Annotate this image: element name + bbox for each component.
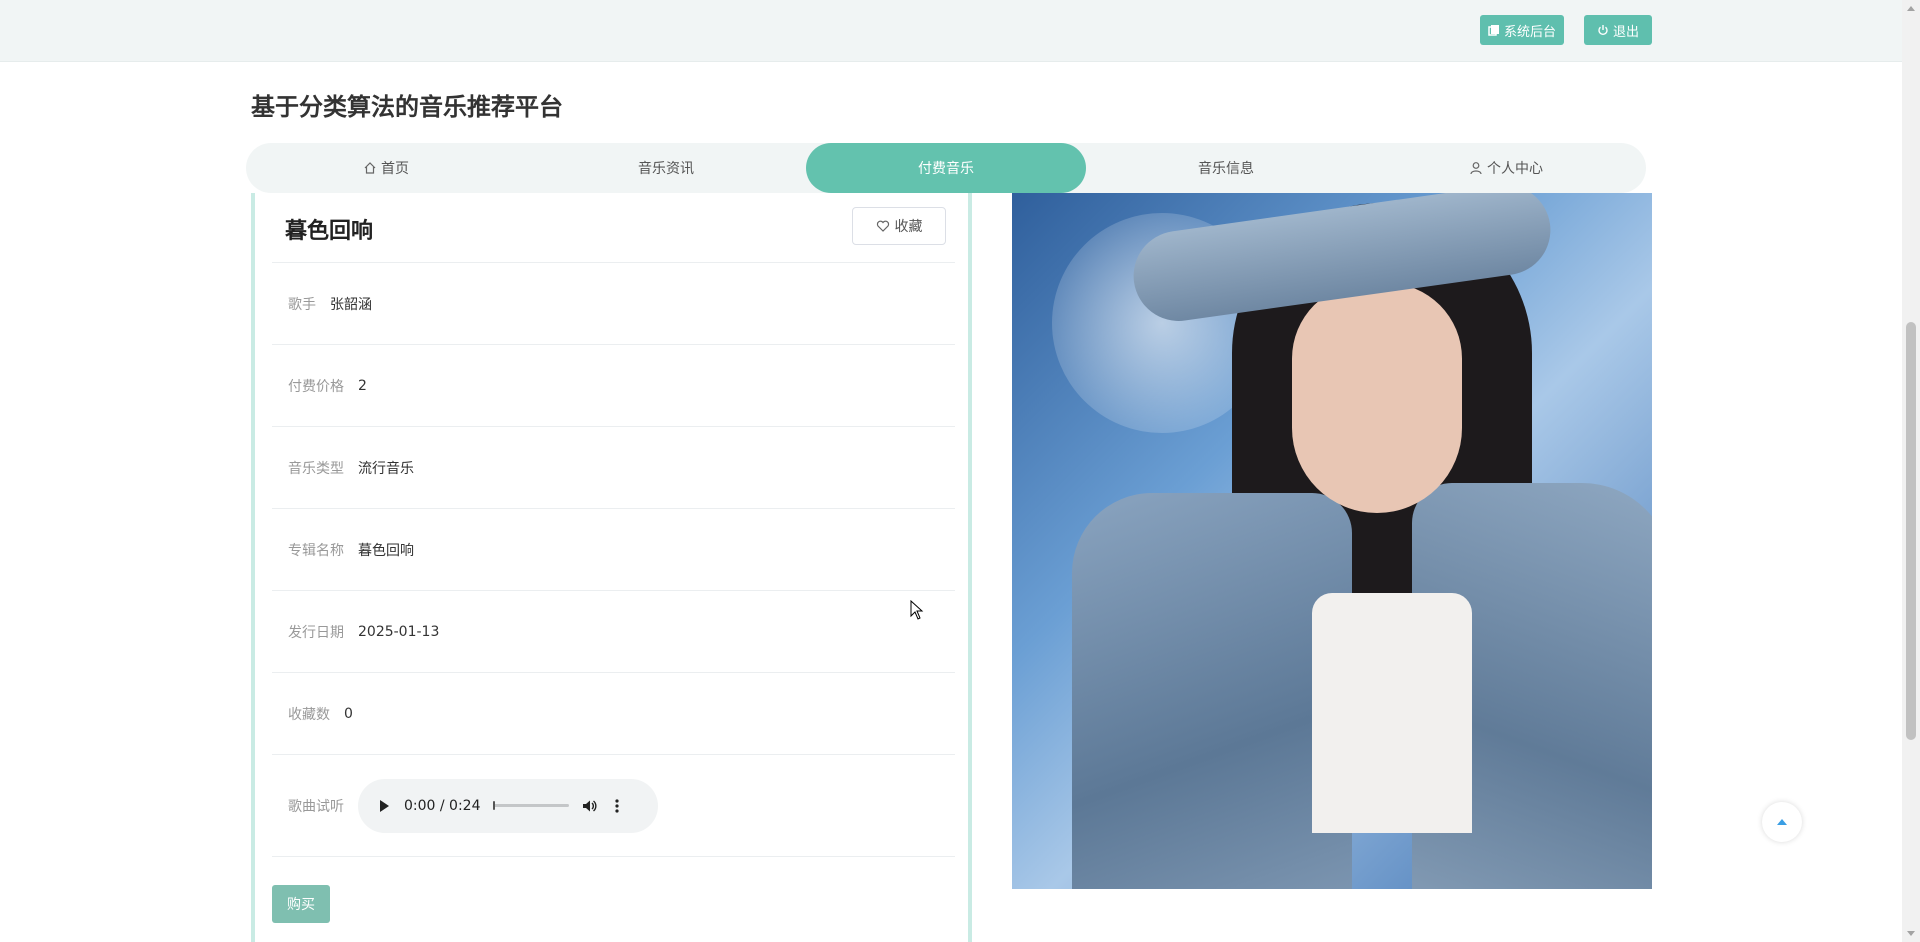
mouse-cursor-icon bbox=[910, 600, 924, 620]
field-row-preview: 歌曲试听 0:00 / 0:24 bbox=[272, 755, 955, 857]
main-nav: 首页 音乐资讯 付费音乐 音乐信息 个人中心 bbox=[246, 143, 1646, 193]
field-label: 收藏数 bbox=[288, 706, 330, 723]
power-icon bbox=[1598, 25, 1608, 36]
field-row-price: 付费价格 2 bbox=[272, 345, 955, 427]
photo-face bbox=[1292, 283, 1462, 513]
more-options-icon[interactable] bbox=[609, 798, 625, 814]
back-to-top-button[interactable] bbox=[1762, 802, 1802, 842]
copy-icon bbox=[1488, 25, 1499, 36]
heart-icon bbox=[876, 220, 889, 232]
photo-jacket-left bbox=[1072, 493, 1352, 889]
nav-item-label: 个人中心 bbox=[1487, 161, 1543, 177]
buy-button[interactable]: 购买 bbox=[272, 885, 330, 923]
field-label: 付费价格 bbox=[288, 378, 344, 395]
field-value: 0 bbox=[344, 705, 353, 722]
field-value: 流行音乐 bbox=[358, 460, 414, 477]
nav-item-label: 首页 bbox=[381, 161, 409, 177]
field-value: 张韶涵 bbox=[330, 296, 372, 313]
nav-item-music-info[interactable]: 音乐信息 bbox=[1086, 143, 1366, 193]
nav-item-paid-music[interactable]: 付费音乐 bbox=[806, 143, 1086, 193]
photo-top bbox=[1312, 593, 1472, 833]
logout-button-label: 退出 bbox=[1612, 24, 1639, 40]
scrollbar-thumb[interactable] bbox=[1906, 322, 1916, 740]
admin-button-label: 系统后台 bbox=[1504, 24, 1557, 40]
page-scrollbar[interactable] bbox=[1902, 0, 1920, 942]
site-title: 基于分类算法的音乐推荐平台 bbox=[251, 93, 563, 121]
scroll-down-arrow-icon[interactable] bbox=[1907, 931, 1915, 936]
top-bar: 系统后台 退出 bbox=[0, 0, 1902, 62]
field-value: 2025-01-13 bbox=[358, 623, 440, 640]
field-value: 2 bbox=[358, 377, 367, 394]
arrow-up-icon bbox=[1777, 819, 1787, 825]
field-row-album: 专辑名称 暮色回响 bbox=[272, 509, 955, 591]
home-icon bbox=[364, 162, 376, 174]
nav-item-label: 付费音乐 bbox=[918, 161, 974, 177]
audio-time: 0:00 / 0:24 bbox=[404, 797, 481, 814]
nav-item-music-news[interactable]: 音乐资讯 bbox=[526, 143, 806, 193]
nav-item-label: 音乐资讯 bbox=[638, 161, 694, 177]
field-row-release-date: 发行日期 2025-01-13 bbox=[272, 591, 955, 673]
audio-progress-slider[interactable] bbox=[492, 801, 569, 810]
scroll-up-arrow-icon[interactable] bbox=[1907, 6, 1915, 11]
field-row-music-type: 音乐类型 流行音乐 bbox=[272, 427, 955, 509]
user-icon bbox=[1470, 162, 1482, 175]
field-label: 发行日期 bbox=[288, 624, 344, 641]
field-label: 专辑名称 bbox=[288, 542, 344, 559]
field-row-singer: 歌手 张韶涵 bbox=[272, 263, 955, 345]
field-row-favorite-count: 收藏数 0 bbox=[272, 673, 955, 755]
field-value: 暮色回响 bbox=[358, 542, 414, 559]
logout-button[interactable]: 退出 bbox=[1584, 15, 1652, 45]
song-cover-image bbox=[1012, 193, 1652, 889]
field-label: 歌手 bbox=[288, 296, 316, 313]
play-icon[interactable] bbox=[376, 798, 392, 814]
favorite-button-label: 收藏 bbox=[894, 219, 923, 235]
volume-icon[interactable] bbox=[581, 798, 597, 814]
song-detail-panel: 暮色回响 收藏 歌手 张韶涵 付费价格 2 音乐类型 流行音乐 专辑名称 暮色回… bbox=[251, 193, 972, 942]
field-label: 音乐类型 bbox=[288, 460, 344, 477]
song-title: 暮色回响 bbox=[285, 219, 374, 244]
nav-item-home[interactable]: 首页 bbox=[246, 143, 526, 193]
nav-item-label: 音乐信息 bbox=[1198, 161, 1254, 177]
favorite-button[interactable]: 收藏 bbox=[852, 207, 946, 245]
nav-item-personal-center[interactable]: 个人中心 bbox=[1366, 143, 1646, 193]
admin-button[interactable]: 系统后台 bbox=[1480, 15, 1564, 45]
field-label: 歌曲试听 bbox=[288, 798, 344, 815]
audio-player[interactable]: 0:00 / 0:24 bbox=[358, 778, 658, 833]
